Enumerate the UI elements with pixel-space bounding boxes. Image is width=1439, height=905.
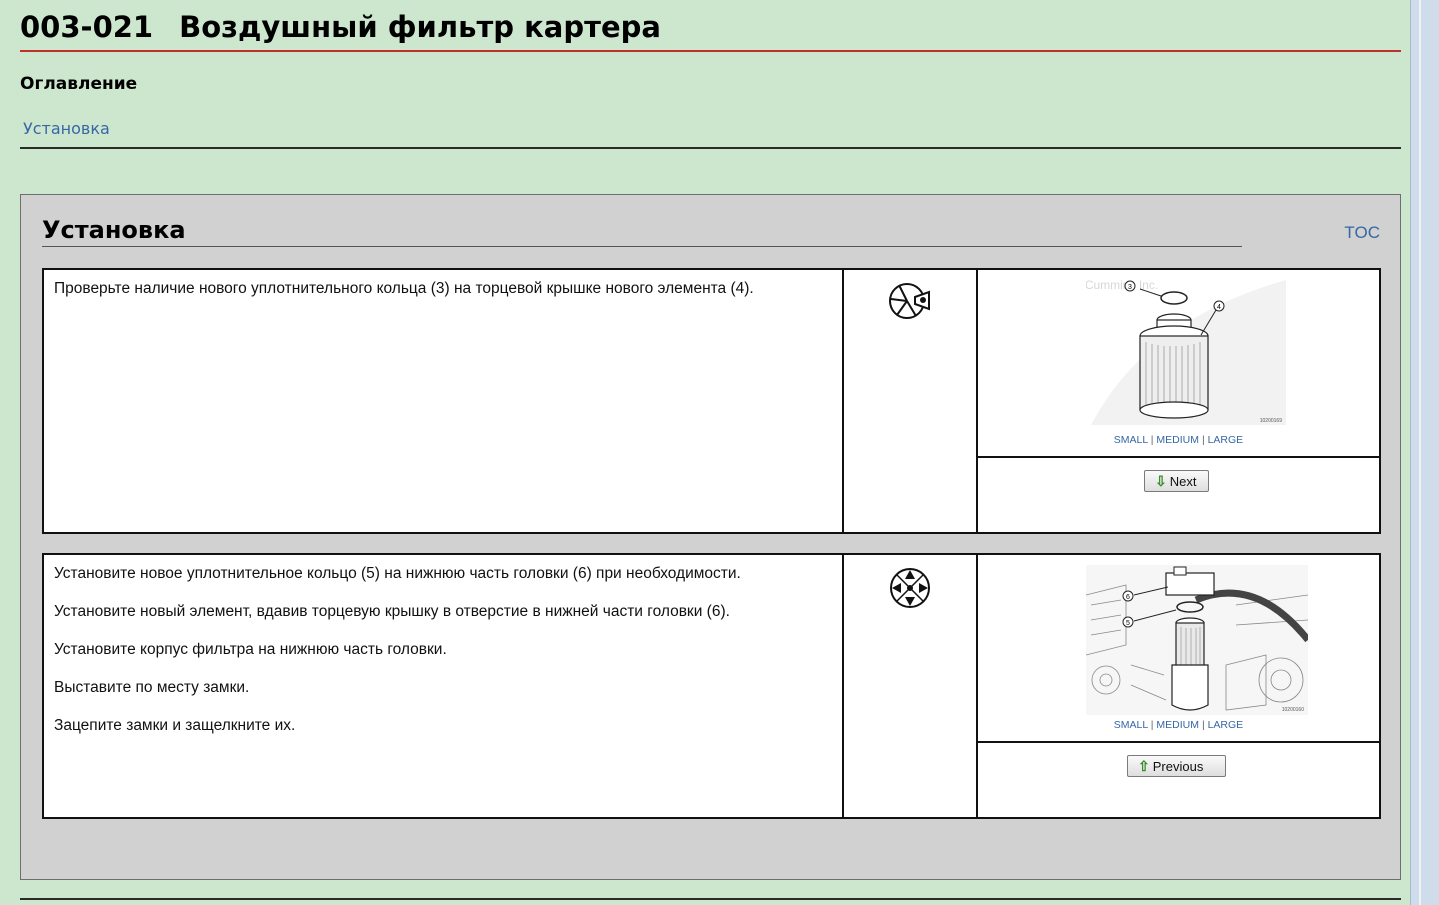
next-button[interactable]: ⇩ Next [1144,470,1209,492]
window-right-edge [1410,0,1439,905]
size-separator: | [1201,719,1205,731]
toc-back-link[interactable]: TOC [1344,223,1380,243]
step-2-paragraph: Установите новое уплотнительное кольцо (… [54,565,741,582]
size-small-link[interactable]: SMALL [1114,719,1148,731]
step-2-paragraph: Установите новый элемент, вдавив торцеву… [54,603,730,620]
step-1-nav-cell: ⇩ Next [978,458,1379,532]
step-2-icon-cell [844,555,978,817]
figure-watermark: ©Cummins Inc. [1086,280,1158,292]
toc-divider [20,147,1401,149]
install-icon [890,568,930,608]
step-2-paragraph: Установите корпус фильтра на нижнюю част… [54,641,447,658]
step-2-figure-cell: 6 5 10200160 SMALL | MEDIUM | LARGE [978,555,1379,743]
step-1-figure-cell: ©Cummins Inc. 3 4 [978,270,1379,458]
previous-button-label: Previous [1152,759,1204,774]
callout-5: 5 [1126,620,1130,627]
size-medium-link[interactable]: MEDIUM [1156,719,1199,731]
size-separator: | [1201,434,1205,446]
figure-id: 10200169 [1260,418,1282,424]
up-arrow-icon: ⇧ [1138,758,1150,774]
size-large-link[interactable]: LARGE [1208,719,1244,731]
section-divider [42,246,1242,247]
callout-6: 6 [1126,594,1130,601]
size-separator: | [1150,434,1154,446]
step-2-text: Установите новое уплотнительное кольцо (… [44,555,844,817]
size-large-link[interactable]: LARGE [1208,434,1244,446]
title-divider [20,50,1401,52]
page-title: 003-021 Воздушный фильтр картера [20,10,661,44]
inspect-icon [889,283,930,319]
section-title: Установка [42,216,186,244]
step-2-nav-cell: ⇧ Previous [978,743,1379,817]
filter-install-figure: 6 5 10200160 [1086,565,1308,715]
step-1-paragraph: Проверьте наличие нового уплотнительного… [54,280,754,297]
figure-id: 10200160 [1282,707,1304,713]
toc-link-installation[interactable]: Установка [23,119,110,138]
image-size-links: SMALL | MEDIUM | LARGE [978,719,1379,731]
down-arrow-icon: ⇩ [1155,473,1167,489]
step-2-paragraph: Выставите по месту замки. [54,679,250,696]
size-medium-link[interactable]: MEDIUM [1156,434,1199,446]
size-small-link[interactable]: SMALL [1114,434,1148,446]
procedure-code: 003-021 [20,10,154,44]
callout-3: 3 [1128,284,1132,291]
previous-button[interactable]: ⇧ Previous [1127,755,1226,777]
installation-section: Установка TOC Проверьте наличие нового у… [20,194,1401,880]
toc-heading: Оглавление [20,74,138,94]
step-2: Установите новое уплотнительное кольцо (… [42,553,1381,819]
step-2-paragraph: Зацепите замки и защелкните их. [54,717,296,734]
step-1: Проверьте наличие нового уплотнительного… [42,268,1381,534]
size-separator: | [1150,719,1154,731]
step-1-text: Проверьте наличие нового уплотнительного… [44,270,844,532]
procedure-title: Воздушный фильтр картера [179,10,661,44]
image-size-links: SMALL | MEDIUM | LARGE [978,434,1379,446]
bottom-divider [20,898,1401,900]
callout-4: 4 [1217,304,1221,311]
filter-element-figure: ©Cummins Inc. 3 4 [1086,280,1286,425]
next-button-label: Next [1169,474,1197,489]
step-1-icon-cell [844,270,978,532]
